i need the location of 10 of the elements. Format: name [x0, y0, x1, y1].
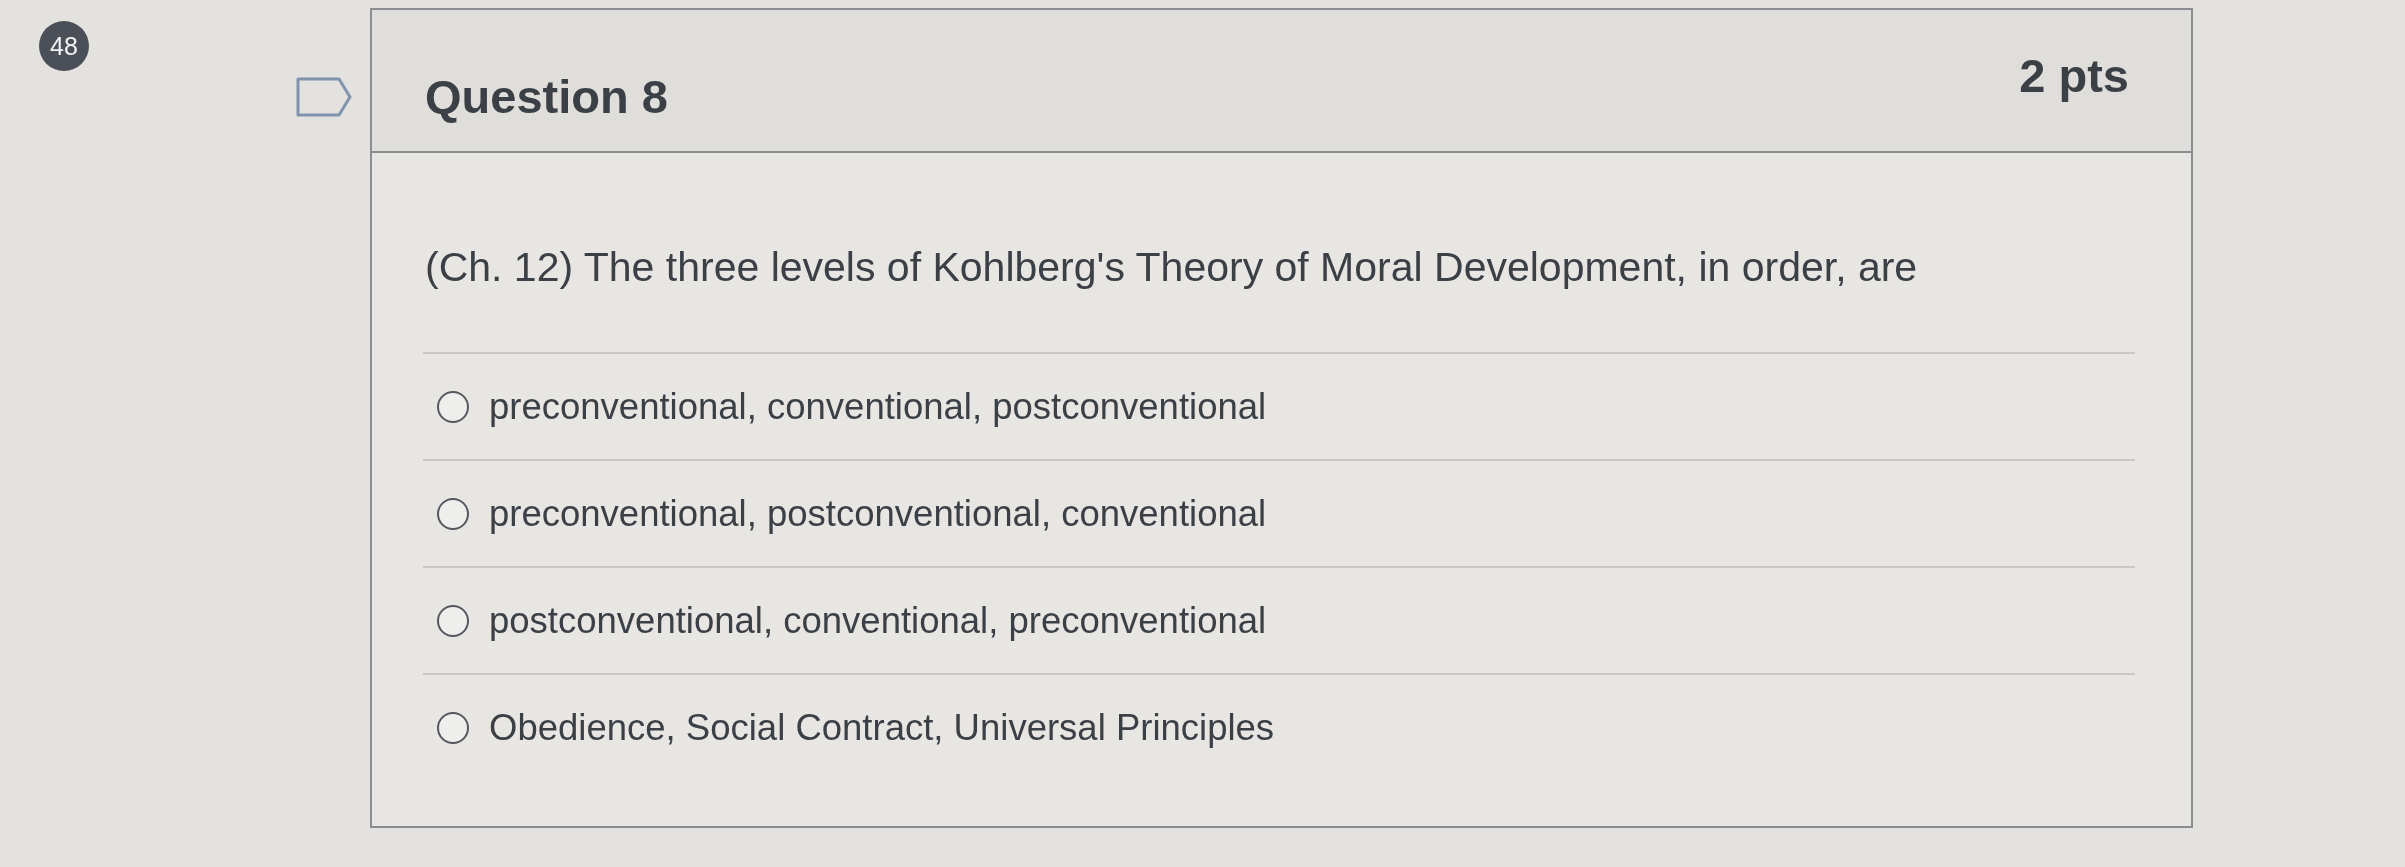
question-number-badge: 48: [39, 21, 89, 71]
answer-option[interactable]: postconventional, conventional, preconventional: [437, 599, 1267, 642]
radio-button[interactable]: [437, 711, 469, 744]
radio-button[interactable]: [437, 604, 469, 637]
radio-button[interactable]: [437, 390, 469, 423]
answer-option[interactable]: preconventional, postconventional, conventional: [437, 492, 1267, 535]
answer-option[interactable]: preconventional, conventional, postconventional: [437, 385, 1267, 428]
question-text: (Ch. 12) The three levels of Kohlberg's Theory of Moral Development, in order, are: [425, 244, 1918, 290]
answer-option[interactable]: Obedience, Social Contract, Universal Principles: [437, 706, 1275, 749]
radio-button[interactable]: [437, 497, 469, 530]
